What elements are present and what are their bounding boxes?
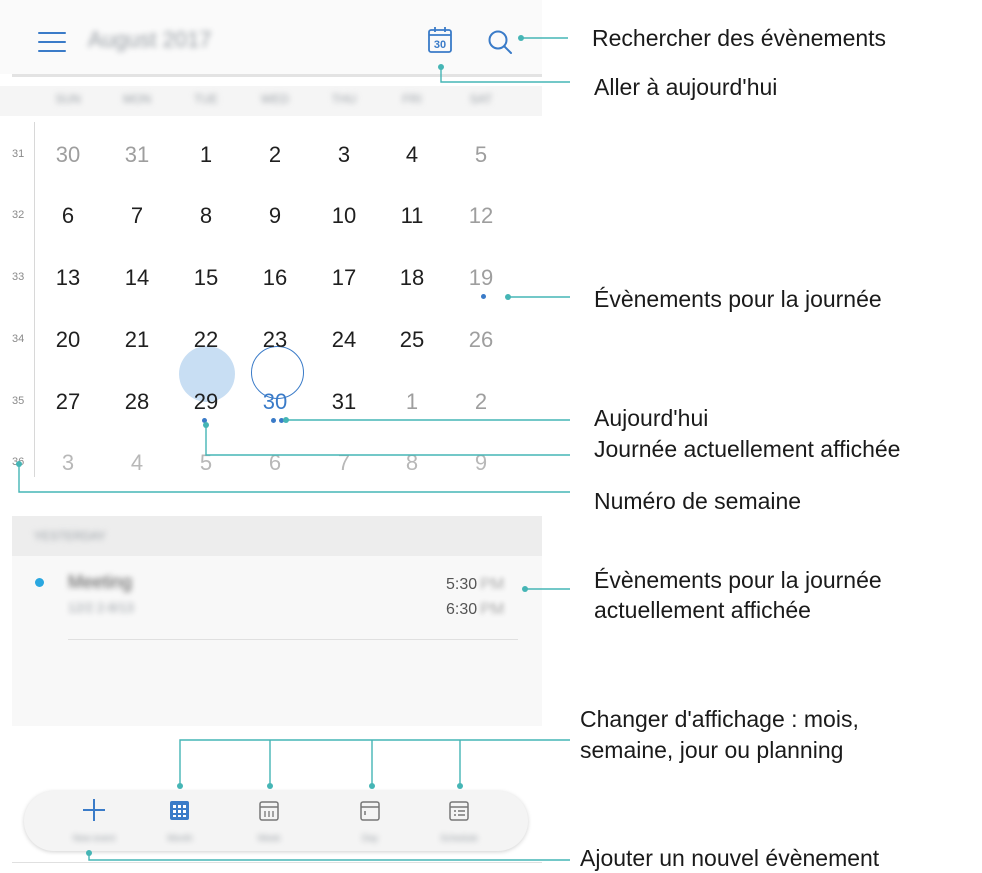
callout-add-event: Ajouter un nouvel évènement bbox=[580, 845, 880, 871]
callout-day-events: Évènements pour la journée bbox=[594, 286, 882, 312]
callout-change-view-line2: semaine, jour ou planning bbox=[580, 737, 844, 763]
callout-displayed-events-line2: actuellement affichée bbox=[594, 597, 811, 623]
callout-displayed-day: Journée actuellement affichée bbox=[594, 436, 901, 462]
callout-week-number: Numéro de semaine bbox=[594, 488, 802, 514]
callout-search: Rechercher des évènements bbox=[592, 25, 887, 51]
callout-go-today: Aller à aujourd'hui bbox=[594, 74, 778, 100]
callout-today: Aujourd'hui bbox=[594, 405, 709, 431]
callout-change-view-line1: Changer d'affichage : mois, bbox=[580, 706, 859, 732]
callout-displayed-events-line1: Évènements pour la journée bbox=[594, 567, 882, 593]
